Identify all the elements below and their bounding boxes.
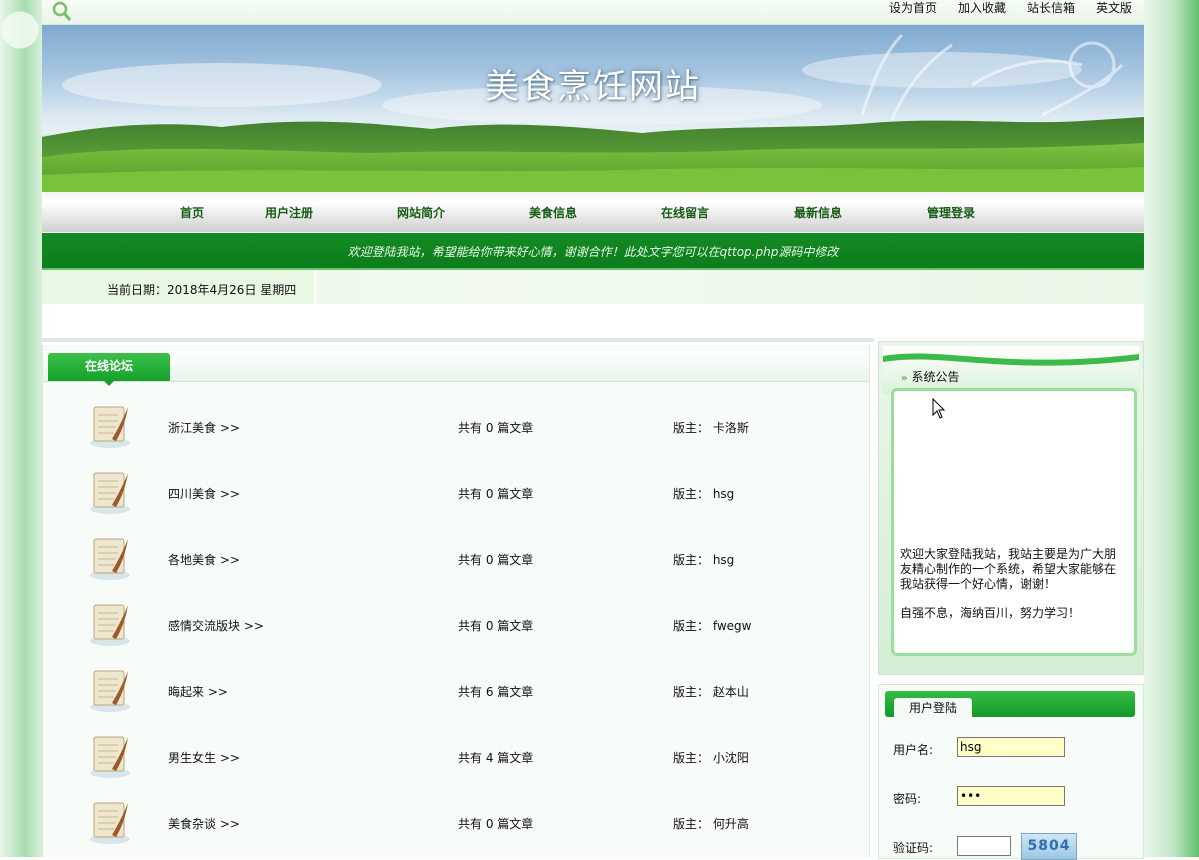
notice-content: 欢迎大家登陆我站，我站主要是为广大朋友精心制作的一个系统，希望大家能够在我站获得… bbox=[891, 388, 1137, 656]
forum-board-link[interactable]: 各地美食 >> bbox=[168, 551, 240, 568]
right-page-border bbox=[1144, 0, 1199, 857]
captcha-label: 验证码: bbox=[893, 841, 934, 855]
scroll-quill-icon bbox=[86, 467, 134, 515]
landscape-image bbox=[42, 33, 1144, 192]
board-moderator: 版主： 何升高 bbox=[673, 817, 749, 831]
password-label: 密码: bbox=[893, 792, 922, 806]
forum-board-link[interactable]: 男生女生 >> bbox=[168, 749, 240, 766]
header-banner: 美食烹饪网站 bbox=[42, 25, 1144, 192]
username-label: 用户名: bbox=[893, 743, 934, 757]
forum-row: 晦起来 >> 共有 6 篇文章 版主： 赵本山 bbox=[43, 655, 869, 721]
scroll-quill-icon bbox=[86, 533, 134, 581]
board-moderator: 版主： hsg bbox=[673, 553, 735, 567]
date-bar: 当前日期：2018年4月26日 星期四 bbox=[42, 270, 1144, 304]
article-count: 共有 6 篇文章 bbox=[458, 685, 534, 699]
article-count: 共有 0 篇文章 bbox=[458, 817, 534, 831]
forum-panel: 在线论坛 浙江美食 >> 共有 0 篇文章 版主： 卡洛斯四川美食 >> 共有 0 篇… bbox=[42, 345, 870, 857]
board-moderator: 版主： 小沈阳 bbox=[673, 751, 749, 765]
article-count: 共有 0 篇文章 bbox=[458, 421, 534, 435]
captcha-input[interactable] bbox=[957, 836, 1011, 856]
forum-row: 各地美食 >> 共有 0 篇文章 版主： hsg bbox=[43, 523, 869, 589]
article-count: 共有 0 篇文章 bbox=[458, 487, 534, 501]
forum-tab: 在线论坛 bbox=[48, 353, 170, 386]
section-divider bbox=[42, 338, 874, 342]
marquee-text: 欢迎登陆我站，希望能给你带来好心情，谢谢合作！此处文字您可以在qttop.php… bbox=[347, 245, 839, 259]
add-favorite-link[interactable]: 加入收藏 bbox=[958, 0, 1006, 18]
captcha-image[interactable]: 5804 bbox=[1021, 833, 1077, 860]
nav-home[interactable]: 首页 bbox=[180, 204, 204, 221]
notice-title: 系统公告 bbox=[911, 370, 960, 384]
nav-about[interactable]: 网站简介 bbox=[397, 204, 445, 221]
board-moderator: 版主： 赵本山 bbox=[673, 685, 749, 699]
notice-paragraph-2: 自强不息，海纳百川，努力学习！ bbox=[900, 606, 1081, 620]
forum-board-link[interactable]: 晦起来 >> bbox=[168, 683, 228, 700]
double-arrow-icon: » bbox=[901, 373, 908, 384]
webmaster-mail-link[interactable]: 站长信箱 bbox=[1027, 0, 1075, 18]
scroll-quill-icon bbox=[86, 665, 134, 713]
login-header: 用户登陆 bbox=[885, 691, 1135, 719]
mouse-cursor-icon bbox=[932, 398, 946, 419]
article-count: 共有 0 篇文章 bbox=[458, 553, 534, 567]
nav-register[interactable]: 用户注册 bbox=[265, 204, 313, 221]
current-date: 当前日期：2018年4月26日 星期四 bbox=[107, 283, 297, 297]
forum-row: 浙江美食 >> 共有 0 篇文章 版主： 卡洛斯 bbox=[43, 391, 869, 457]
login-title: 用户登陆 bbox=[894, 698, 972, 719]
nav-food-info[interactable]: 美食信息 bbox=[529, 204, 577, 221]
notice-paragraph-1: 欢迎大家登陆我站，我站主要是为广大朋友精心制作的一个系统，希望大家能够在我站获得… bbox=[900, 547, 1117, 591]
article-count: 共有 0 篇文章 bbox=[458, 619, 534, 633]
left-page-border bbox=[0, 0, 42, 857]
forum-board-link[interactable]: 四川美食 >> bbox=[168, 485, 240, 502]
forum-row: 男生女生 >> 共有 4 篇文章 版主： 小沈阳 bbox=[43, 721, 869, 787]
forum-row: 美食杂谈 >> 共有 0 篇文章 版主： 何升高 bbox=[43, 787, 869, 853]
left-border-pattern bbox=[0, 0, 42, 80]
notice-title-wrap: » 系统公告 bbox=[901, 368, 959, 385]
page-container: 设为首页 加入收藏 站长信箱 英文版 美食烹饪网站 首页 用户注册 网站简介 美… bbox=[42, 0, 1144, 860]
forum-row: 四川美食 >> 共有 0 篇文章 版主： hsg bbox=[43, 457, 869, 523]
board-moderator: 版主： hsg bbox=[673, 487, 735, 501]
username-input[interactable] bbox=[957, 737, 1065, 757]
nav-admin-login[interactable]: 管理登录 bbox=[927, 204, 975, 221]
notice-text: 欢迎大家登陆我站，我站主要是为广大朋友精心制作的一个系统，希望大家能够在我站获得… bbox=[900, 547, 1126, 621]
scroll-quill-icon bbox=[86, 731, 134, 779]
english-version-link[interactable]: 英文版 bbox=[1096, 0, 1132, 18]
set-homepage-link[interactable]: 设为首页 bbox=[889, 0, 937, 18]
board-moderator: 版主： fwegw bbox=[673, 619, 752, 633]
main-nav: 首页 用户注册 网站简介 美食信息 在线留言 最新信息 管理登录 bbox=[42, 192, 1144, 232]
scroll-quill-icon bbox=[86, 797, 134, 845]
scroll-quill-icon bbox=[86, 401, 134, 449]
top-links: 设为首页 加入收藏 站长信箱 英文版 bbox=[889, 0, 1132, 18]
notice-box: » 系统公告 欢迎大家登陆我站，我站主要是为广大朋友精心制作的一个系统，希望大家能… bbox=[878, 341, 1144, 675]
forum-board-link[interactable]: 浙江美食 >> bbox=[168, 419, 240, 436]
password-input[interactable] bbox=[957, 786, 1065, 806]
forum-board-link[interactable]: 感情交流版块 >> bbox=[168, 617, 264, 634]
date-cell: 当前日期：2018年4月26日 星期四 bbox=[42, 270, 316, 304]
article-count: 共有 4 篇文章 bbox=[458, 751, 534, 765]
login-box: 用户登陆 用户名: 密码: 验证码: 5804 bbox=[878, 684, 1144, 860]
welcome-marquee: 欢迎登陆我站，希望能给你带来好心情，谢谢合作！此处文字您可以在qttop.php… bbox=[42, 233, 1144, 270]
notice-header: » 系统公告 bbox=[883, 346, 1139, 394]
scroll-quill-icon bbox=[86, 599, 134, 647]
top-bar: 设为首页 加入收藏 站长信箱 英文版 bbox=[42, 0, 1144, 25]
forum-board-link[interactable]: 美食杂谈 >> bbox=[168, 815, 240, 832]
nav-latest-info[interactable]: 最新信息 bbox=[794, 204, 842, 221]
site-title: 美食烹饪网站 bbox=[485, 67, 701, 107]
forum-row: 感情交流版块 >> 共有 0 篇文章 版主： fwegw bbox=[43, 589, 869, 655]
search-logo-icon bbox=[52, 1, 72, 21]
nav-guestbook[interactable]: 在线留言 bbox=[661, 204, 709, 221]
board-moderator: 版主： 卡洛斯 bbox=[673, 421, 749, 435]
